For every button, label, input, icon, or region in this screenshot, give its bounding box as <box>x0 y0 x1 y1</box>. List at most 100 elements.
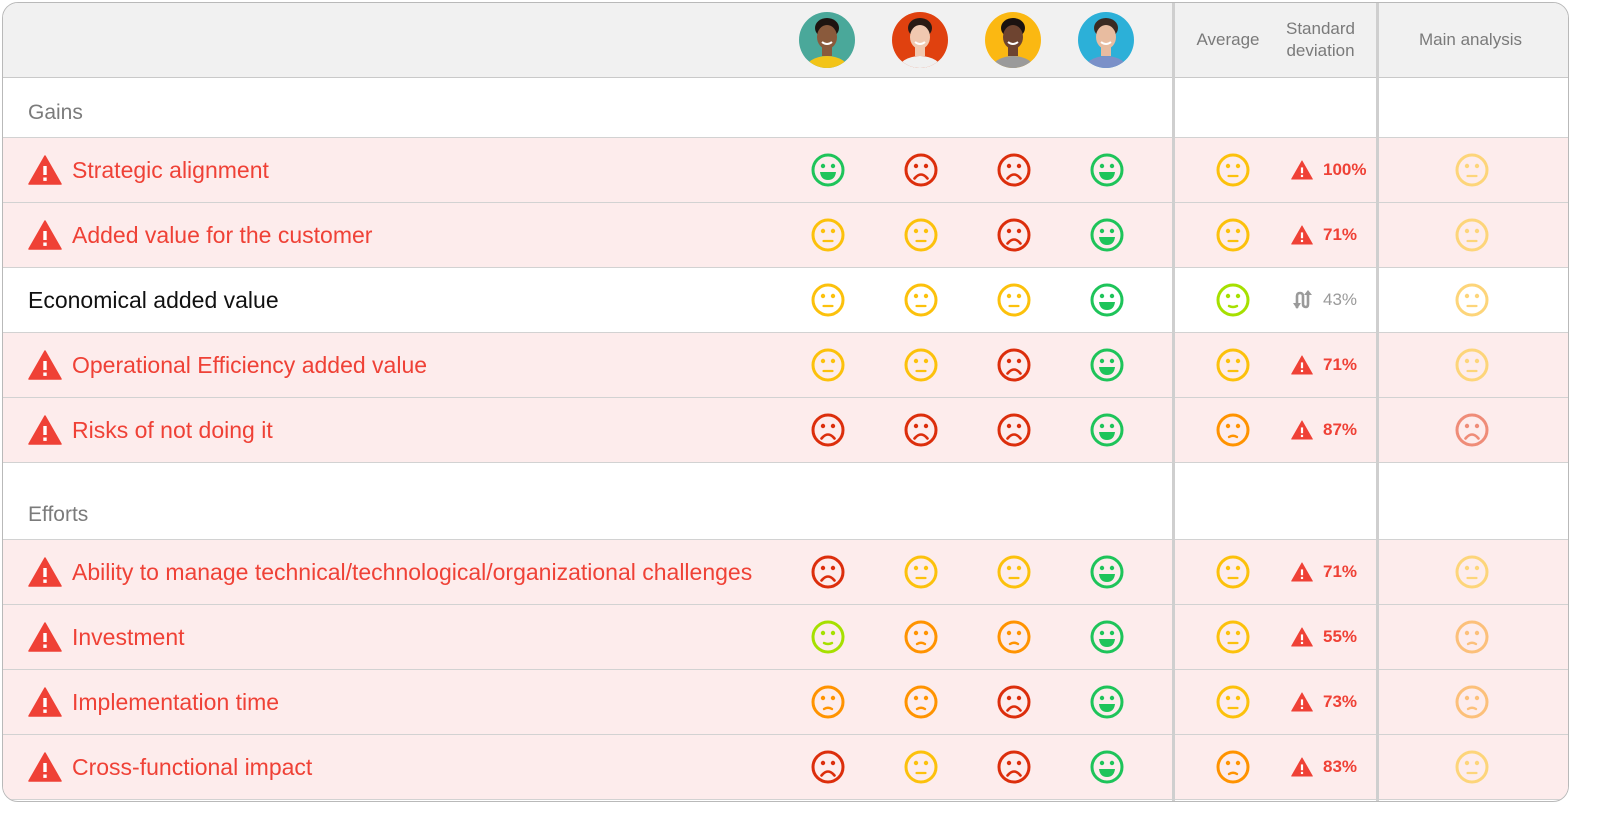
stddev-header-line-1: Standard <box>1286 19 1355 38</box>
criterion-name[interactable]: Added value for the customer <box>28 203 372 267</box>
criterion-label: Strategic alignment <box>72 156 269 183</box>
evaluator-avatar[interactable] <box>1078 12 1134 68</box>
warning-icon <box>1291 562 1313 582</box>
warning-icon <box>28 752 62 782</box>
stddev-percent: 71% <box>1323 562 1358 581</box>
stddev-header-line-2: deviation <box>1286 41 1355 60</box>
stddev-value: 100% <box>1291 138 1366 202</box>
section-header: Efforts <box>3 463 1568 540</box>
neutral-face-icon <box>1455 348 1489 382</box>
criterion-row[interactable]: Strategic alignment 100% <box>3 138 1568 203</box>
criterion-name[interactable]: Economical added value <box>28 268 279 332</box>
criterion-name[interactable]: Cross-functional impact <box>28 735 312 799</box>
average-column-header: Average <box>1196 30 1260 49</box>
stddev-percent: 71% <box>1323 355 1358 374</box>
smile-face-icon <box>1216 283 1250 317</box>
evaluator-avatar[interactable] <box>985 12 1041 68</box>
neutral-face-icon <box>1216 620 1250 654</box>
criterion-label: Operational Efficiency added value <box>72 351 428 378</box>
grin-face-icon <box>1090 685 1124 719</box>
neutral-face-icon <box>1216 218 1250 252</box>
criterion-name[interactable]: Implementation time <box>28 670 279 734</box>
criterion-row[interactable]: Ability to manage technical/technologica… <box>3 540 1568 605</box>
criterion-row[interactable]: Investment 55% <box>3 605 1568 670</box>
column-divider-main <box>1376 3 1379 801</box>
slight-frown-face-icon <box>904 685 938 719</box>
stddev-value: 71% <box>1291 203 1357 267</box>
neutral-face-icon <box>904 218 938 252</box>
warning-icon <box>28 155 62 185</box>
neutral-face-icon <box>1216 153 1250 187</box>
stddev-percent: 87% <box>1323 420 1358 439</box>
warning-icon <box>1291 355 1313 375</box>
grin-face-icon <box>1090 620 1124 654</box>
evaluator-avatar[interactable] <box>799 12 855 68</box>
neutral-face-icon <box>1216 348 1250 382</box>
neutral-face-icon <box>997 283 1031 317</box>
section-label: Gains <box>28 101 83 124</box>
criterion-label: Economical added value <box>28 286 279 313</box>
neutral-face-icon <box>811 218 845 252</box>
stddev-percent: 83% <box>1323 757 1358 776</box>
neutral-face-icon <box>904 750 938 784</box>
neutral-face-icon <box>811 283 845 317</box>
criterion-row[interactable]: Economical added value 43% <box>3 268 1568 333</box>
grin-face-icon <box>1090 348 1124 382</box>
warning-icon <box>1291 420 1313 440</box>
neutral-face-icon <box>1455 555 1489 589</box>
table-header: Average Standard deviation Main analysis <box>3 3 1568 78</box>
frown-face-icon <box>997 685 1031 719</box>
stddev-value: 43% <box>1291 268 1357 332</box>
grin-face-icon <box>1090 153 1124 187</box>
warning-icon <box>28 622 62 652</box>
grin-face-icon <box>1090 218 1124 252</box>
neutral-face-icon <box>904 283 938 317</box>
neutral-face-icon <box>1216 555 1250 589</box>
neutral-face-icon <box>1455 153 1489 187</box>
evaluator-avatar[interactable] <box>892 12 948 68</box>
criterion-row[interactable]: Added value for the customer 71% <box>3 203 1568 268</box>
criterion-name[interactable]: Ability to manage technical/technologica… <box>28 540 752 604</box>
neutral-face-icon <box>1216 685 1250 719</box>
slight-frown-face-icon <box>904 620 938 654</box>
warning-icon <box>1291 692 1313 712</box>
criterion-name[interactable]: Investment <box>28 605 185 669</box>
warning-icon <box>28 415 62 445</box>
neutral-face-icon <box>811 348 845 382</box>
criterion-row[interactable]: Risks of not doing it 87% <box>3 398 1568 463</box>
criterion-row[interactable]: Cross-functional impact 83% <box>3 735 1568 800</box>
criterion-name[interactable]: Risks of not doing it <box>28 398 273 462</box>
stddev-value: 55% <box>1291 605 1357 669</box>
neutral-face-icon <box>1455 283 1489 317</box>
frown-face-icon <box>904 413 938 447</box>
column-divider-stats <box>1172 3 1175 801</box>
main-analysis-column-header: Main analysis <box>1419 30 1522 49</box>
warning-icon <box>1291 757 1313 777</box>
frown-face-icon <box>997 218 1031 252</box>
criterion-name[interactable]: Strategic alignment <box>28 138 269 202</box>
criterion-label: Cross-functional impact <box>72 753 313 780</box>
frown-face-icon <box>997 750 1031 784</box>
stddev-value: 71% <box>1291 333 1357 397</box>
stddev-value: 87% <box>1291 398 1357 462</box>
slight-frown-face-icon <box>997 620 1031 654</box>
slight-frown-face-icon <box>1216 413 1250 447</box>
frown-face-icon <box>997 413 1031 447</box>
warning-icon <box>28 220 62 250</box>
swap-icon <box>1293 290 1312 309</box>
stddev-percent: 43% <box>1323 290 1358 309</box>
slight-frown-face-icon <box>1455 620 1489 654</box>
criterion-label: Implementation time <box>72 688 280 715</box>
slight-frown-face-icon <box>811 685 845 719</box>
grin-face-icon <box>1090 413 1124 447</box>
criterion-name[interactable]: Operational Efficiency added value <box>28 333 427 397</box>
warning-icon <box>28 350 62 380</box>
warning-icon <box>1291 160 1313 180</box>
stddev-percent: 55% <box>1323 627 1358 646</box>
criterion-row[interactable]: Operational Efficiency added value 71% <box>3 333 1568 398</box>
slight-frown-face-icon <box>1455 685 1489 719</box>
warning-icon <box>28 557 62 587</box>
criterion-row[interactable]: Implementation time 73% <box>3 670 1568 735</box>
grin-face-icon <box>811 153 845 187</box>
neutral-face-icon <box>904 348 938 382</box>
